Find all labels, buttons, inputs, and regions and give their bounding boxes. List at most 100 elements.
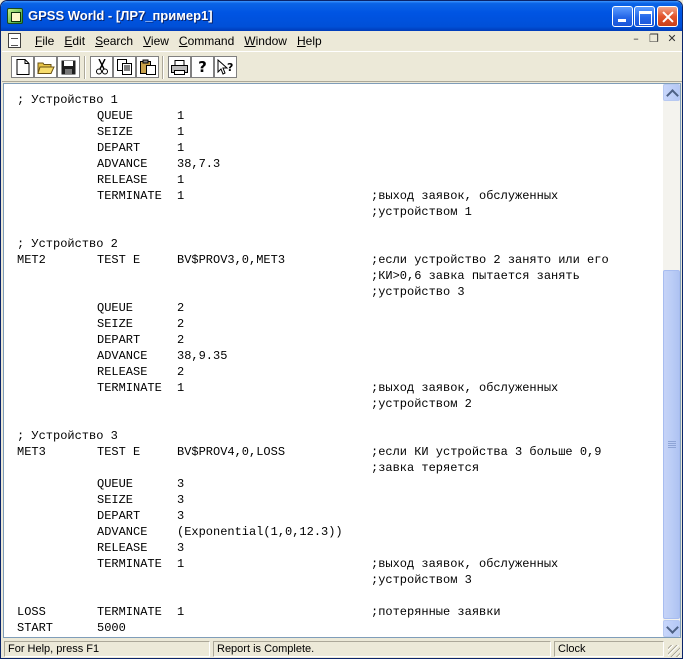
title-bar[interactable]: GPSS World - [ЛР7_пример1]	[1, 1, 682, 31]
new-file-icon[interactable]	[11, 56, 34, 78]
code-operands: 2	[177, 317, 185, 331]
document-icon[interactable]	[8, 33, 21, 48]
scroll-grip-icon	[668, 441, 676, 449]
paste-icon[interactable]	[136, 56, 159, 78]
code-comment: ;устройством 1	[371, 205, 472, 219]
menu-bar: File Edit Search View Command Window Help – ❐ …	[2, 31, 682, 50]
code-operands: BV$PROV3,0,MET3	[177, 253, 286, 267]
code-operation: RELEASE	[97, 173, 148, 187]
maximize-button[interactable]	[634, 6, 655, 27]
code-operands: 2	[177, 301, 185, 315]
code-operands: 3	[177, 493, 185, 507]
code-operation: TERMINATE	[97, 381, 162, 395]
code-operation: TERMINATE	[97, 605, 162, 619]
code-operands: 1	[177, 557, 185, 571]
gpss-world-window: GPSS World - [ЛР7_пример1] File Edit Searc…	[0, 0, 683, 659]
code-operation: QUEUE	[97, 477, 134, 491]
code-operation: ADVANCE	[97, 349, 148, 363]
code-comment: ;завка теряется	[371, 461, 480, 475]
status-bar: For Help, press F1 Report is Complete. C…	[2, 639, 682, 658]
menu-file[interactable]: File	[30, 34, 59, 48]
menu-search[interactable]: Search	[90, 34, 138, 48]
scroll-down-button[interactable]	[663, 620, 680, 637]
print-icon[interactable]	[168, 56, 191, 78]
scroll-thumb[interactable]	[663, 270, 680, 619]
code-operands: 1	[177, 141, 185, 155]
code-operands: 1	[177, 173, 185, 187]
code-operands: 3	[177, 477, 185, 491]
code-operands: 1	[177, 381, 185, 395]
menu-window[interactable]: Window	[239, 34, 292, 48]
code-operation: SEIZE	[97, 317, 134, 331]
model-text-editor[interactable]: ; Устройство 1 QUEUE 1 SEIZE 1 DEPART 1 ADVANCE…	[4, 84, 663, 637]
menu-command[interactable]: Command	[174, 34, 239, 48]
code-operation: TERMINATE	[97, 189, 162, 203]
code-operands: 2	[177, 333, 185, 347]
minimize-button[interactable]	[612, 6, 633, 27]
code-comment: ;выход заявок, обслуженных	[371, 189, 559, 203]
code-operands: 2	[177, 365, 185, 379]
gpss-app-icon[interactable]	[7, 8, 23, 24]
copy-icon[interactable]	[113, 56, 136, 78]
menu-edit[interactable]: Edit	[59, 34, 90, 48]
code-operation: QUEUE	[97, 109, 134, 123]
code-comment: ;потерянные заявки	[371, 605, 501, 619]
code-operation: DEPART	[97, 141, 141, 155]
code-operation: TEST E	[97, 445, 141, 459]
code-label: ; Устройство 2	[17, 237, 118, 251]
code-operands: 1	[177, 109, 185, 123]
vertical-scrollbar[interactable]	[663, 84, 680, 637]
help-icon[interactable]: ?	[191, 56, 214, 78]
code-label: MET3	[17, 445, 46, 459]
code-operands: 1	[177, 125, 185, 139]
code-label: ; Устройство 1	[17, 93, 118, 107]
status-report-text: Report is Complete.	[213, 641, 551, 657]
code-operands: 1	[177, 189, 185, 203]
menu-help[interactable]: Help	[292, 34, 327, 48]
code-comment: ;выход заявок, обслуженных	[371, 557, 559, 571]
code-operation: ADVANCE	[97, 525, 148, 539]
code-operation: 5000	[97, 621, 126, 635]
context-help-icon[interactable]: ?	[214, 56, 237, 78]
code-operation: DEPART	[97, 333, 141, 347]
code-operation: DEPART	[97, 509, 141, 523]
code-label: LOSS	[17, 605, 46, 619]
mdi-minimize-button[interactable]: –	[628, 33, 644, 47]
open-folder-icon[interactable]	[34, 56, 57, 78]
code-operands: (Exponential(1,0,12.3))	[177, 525, 343, 539]
code-label: START	[17, 621, 54, 635]
code-comment: ;если устройство 2 занято или его	[371, 253, 609, 267]
toolbar-separator	[84, 56, 86, 79]
toolbar-separator	[162, 56, 164, 79]
cut-icon[interactable]	[90, 56, 113, 78]
code-comment: ;устройством 3	[371, 573, 472, 587]
editor-frame: ; Устройство 1 QUEUE 1 SEIZE 1 DEPART 1 ADVANCE…	[3, 83, 681, 638]
scroll-up-button[interactable]	[663, 84, 680, 101]
window-title: GPSS World - [ЛР7_пример1]	[28, 8, 213, 23]
code-label: ; Устройство 3	[17, 429, 118, 443]
code-operation: QUEUE	[97, 301, 134, 315]
mdi-close-button[interactable]: ✕	[664, 33, 680, 47]
menu-items: File Edit Search View Command Window Help	[30, 34, 327, 48]
toolbar: ? ?	[2, 51, 682, 82]
code-operation: TEST E	[97, 253, 141, 267]
close-button[interactable]	[657, 6, 678, 27]
code-operands: 3	[177, 509, 185, 523]
code-operation: RELEASE	[97, 541, 148, 555]
code-operation: ADVANCE	[97, 157, 148, 171]
code-operation: SEIZE	[97, 125, 134, 139]
save-icon[interactable]	[57, 56, 80, 78]
code-operation: RELEASE	[97, 365, 148, 379]
mdi-restore-button[interactable]: ❐	[646, 33, 662, 47]
code-operands: 38,7.3	[177, 157, 221, 171]
status-clock-text: Clock	[554, 641, 664, 657]
code-operands: 1	[177, 605, 185, 619]
menu-view[interactable]: View	[138, 34, 174, 48]
code-comment: ;устройством 2	[371, 397, 472, 411]
status-help-text: For Help, press F1	[4, 641, 210, 657]
mdi-controls: – ❐ ✕	[628, 33, 680, 47]
code-comment: ;устройство 3	[371, 285, 465, 299]
code-label: MET2	[17, 253, 46, 267]
resize-grip-icon[interactable]	[668, 645, 680, 657]
svg-text:?: ?	[227, 61, 233, 74]
